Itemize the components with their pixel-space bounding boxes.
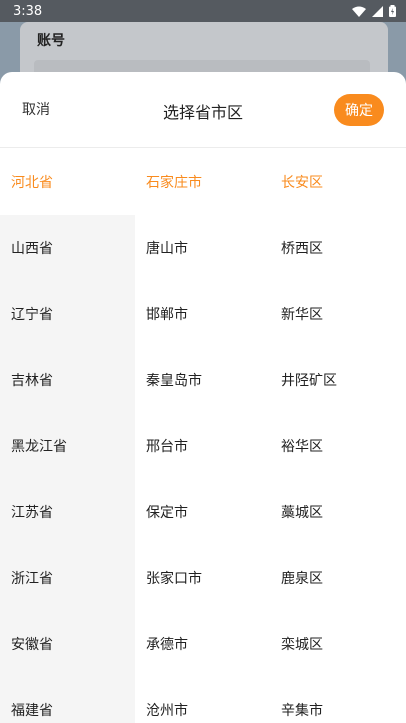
district-option[interactable]: 栾城区	[270, 611, 406, 677]
picker-columns: 河北省 山西省 辽宁省 吉林省 黑龙江省 江苏省 浙江省 安徽省 福建省 石家庄市 唐山市 邯郸市秦…	[0, 149, 406, 723]
city-option[interactable]: 邢台市	[135, 413, 270, 479]
province-option[interactable]: 吉林省	[0, 347, 135, 413]
district-option[interactable]: 辛集市	[270, 677, 406, 723]
province-option[interactable]: 福建省	[0, 677, 135, 723]
signal-icon	[372, 5, 383, 17]
district-option[interactable]: 井陉矿区	[270, 347, 406, 413]
city-option[interactable]: 沧州市	[135, 677, 270, 723]
status-bar: 3:38	[0, 0, 406, 22]
city-option[interactable]: 石家庄市	[135, 149, 270, 215]
province-option[interactable]: 江苏省	[0, 479, 135, 545]
city-column[interactable]: 石家庄市 唐山市 邯郸市 秦皇岛市 邢台市 保定市 张家口市 承德市 沧州市	[135, 149, 270, 723]
province-option[interactable]: 山西省	[0, 215, 135, 281]
region-picker-sheet: 取消 选择省市区 确定 河北省 山西省 辽宁省 吉林省 黑龙江省 江苏省 浙江省 安徽省 福建省…	[0, 72, 406, 723]
city-option[interactable]: 承德市	[135, 611, 270, 677]
city-option[interactable]: 张家口市	[135, 545, 270, 611]
status-icons	[352, 5, 396, 17]
district-column[interactable]: 长安区 桥西区 新华区 井陉矿区 裕华区 藁城区 鹿泉区 栾城区 辛集市	[270, 149, 406, 723]
district-option[interactable]: 桥西区	[270, 215, 406, 281]
district-option[interactable]: 藁城区	[270, 479, 406, 545]
district-option[interactable]: 裕华区	[270, 413, 406, 479]
city-option[interactable]: 唐山市	[135, 215, 270, 281]
city-option[interactable]: 保定市	[135, 479, 270, 545]
confirm-button[interactable]: 确定	[334, 94, 384, 126]
province-option[interactable]: 河北省	[0, 149, 135, 215]
city-option[interactable]: 秦皇岛市	[135, 347, 270, 413]
district-option[interactable]: 鹿泉区	[270, 545, 406, 611]
status-time: 3:38	[13, 3, 43, 19]
province-option[interactable]: 浙江省	[0, 545, 135, 611]
city-option[interactable]: 邯郸市	[135, 281, 270, 347]
picker-header: 取消 选择省市区 确定	[0, 72, 406, 148]
province-option[interactable]: 辽宁省	[0, 281, 135, 347]
account-label: 账号	[37, 33, 65, 49]
battery-icon	[389, 5, 396, 17]
province-column[interactable]: 河北省 山西省 辽宁省 吉林省 黑龙江省 江苏省 浙江省 安徽省 福建省	[0, 149, 135, 723]
province-option[interactable]: 安徽省	[0, 611, 135, 677]
wifi-icon	[352, 6, 366, 17]
district-option[interactable]: 新华区	[270, 281, 406, 347]
province-option[interactable]: 黑龙江省	[0, 413, 135, 479]
district-option[interactable]: 长安区	[270, 149, 406, 215]
